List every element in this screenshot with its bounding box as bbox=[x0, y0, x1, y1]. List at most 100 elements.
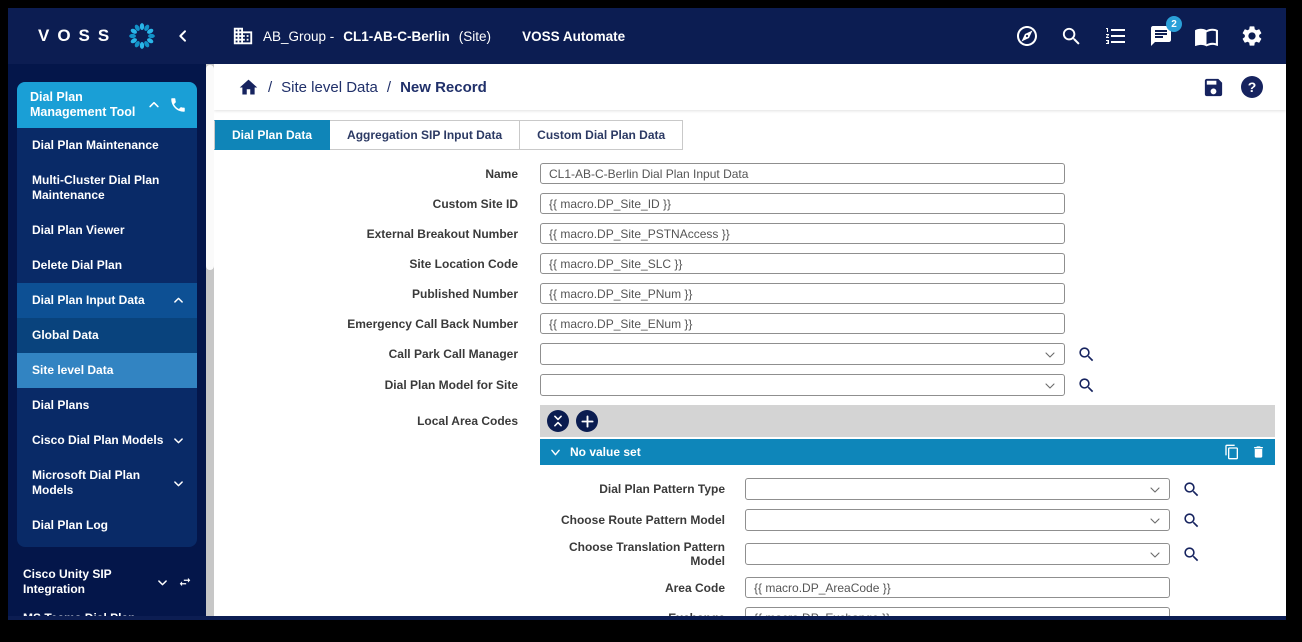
sidebar-item-cisco-unity-sip-integration[interactable]: Cisco Unity SIP Integration bbox=[11, 559, 203, 605]
building-icon bbox=[232, 25, 254, 47]
choose-translation-pattern-model-select[interactable] bbox=[745, 543, 1170, 565]
scrollbar-thumb[interactable] bbox=[206, 65, 214, 270]
vertical-scrollbar[interactable] bbox=[206, 64, 214, 616]
sidebar-item-delete-dial-plan[interactable]: Delete Dial Plan bbox=[17, 248, 197, 283]
hierarchy-context[interactable]: AB_Group - CL1-AB-C-Berlin (Site) VOSS A… bbox=[232, 25, 625, 47]
voss-logo: VOSS bbox=[8, 19, 206, 53]
sidebar-group-header[interactable]: Dial Plan Management Tool bbox=[17, 82, 197, 128]
svg-text:?: ? bbox=[1248, 79, 1257, 95]
site-location-code-input[interactable] bbox=[540, 253, 1065, 274]
add-entry-button[interactable] bbox=[576, 410, 598, 432]
local-area-codes-toolbar bbox=[540, 405, 1275, 437]
copy-icon[interactable] bbox=[1224, 444, 1240, 460]
sidebar-item-cisco-dial-plan-models[interactable]: Cisco Dial Plan Models bbox=[17, 423, 197, 458]
form-row: Dial Plan Pattern Type bbox=[540, 478, 1275, 500]
field-label-emergency-call-back-number: Emergency Call Back Number bbox=[214, 317, 540, 331]
swap-arrows-icon bbox=[177, 575, 193, 589]
main-content: / Site level Data / New Record ? Dial bbox=[214, 64, 1286, 616]
phone-icon bbox=[169, 96, 187, 114]
numbered-list-icon[interactable] bbox=[1104, 24, 1128, 48]
notifications-chat-icon[interactable]: 2 bbox=[1149, 24, 1173, 48]
form-row: Custom Site ID bbox=[214, 193, 1286, 214]
dial-plan-pattern-type-select[interactable] bbox=[745, 478, 1170, 500]
breadcrumb-page: New Record bbox=[400, 79, 487, 96]
external-breakout-number-input[interactable] bbox=[540, 223, 1065, 244]
sidebar-nav: Dial Plan Management Tool Dial Plan Main… bbox=[8, 64, 206, 616]
field-label-choose-translation-pattern-model: Choose Translation Pattern Model bbox=[540, 540, 745, 568]
sidebar-item-ms-teams-dial-plan[interactable]: MS Teams Dial Plan bbox=[11, 607, 203, 616]
documentation-book-icon[interactable] bbox=[1194, 24, 1219, 49]
lookup-search-icon[interactable] bbox=[1182, 480, 1201, 499]
sidebar-collapse-chevron-icon[interactable] bbox=[175, 28, 191, 44]
entry-header-label: No value set bbox=[570, 445, 1216, 459]
sidebar-item-microsoft-dial-plan-models[interactable]: Microsoft Dial Plan Models bbox=[17, 458, 197, 508]
tab-custom-dial-plan-data[interactable]: Custom Dial Plan Data bbox=[520, 120, 683, 150]
sidebar-item-dial-plan-maintenance[interactable]: Dial Plan Maintenance bbox=[17, 128, 197, 163]
breadcrumb-separator: / bbox=[268, 79, 272, 96]
sidebar-item-site-level-data[interactable]: Site level Data bbox=[17, 353, 197, 388]
form-row: Call Park Call Manager bbox=[214, 343, 1286, 365]
breadcrumb: / Site level Data / New Record bbox=[238, 77, 487, 98]
topbar-actions: 2 bbox=[1015, 24, 1286, 49]
emergency-call-back-number-input[interactable] bbox=[540, 313, 1065, 334]
settings-gear-icon[interactable] bbox=[1240, 24, 1264, 48]
sidebar-item-dial-plan-input-data[interactable]: Dial Plan Input Data bbox=[17, 283, 197, 318]
form-row: Name bbox=[214, 163, 1286, 184]
collapse-all-button[interactable] bbox=[547, 410, 569, 432]
form-row: Site Location Code bbox=[214, 253, 1286, 274]
field-label-area-code: Area Code bbox=[540, 581, 745, 595]
form-row: Area Code bbox=[540, 577, 1275, 598]
field-label-published-number: Published Number bbox=[214, 287, 540, 301]
name-input[interactable] bbox=[540, 163, 1065, 184]
search-icon[interactable] bbox=[1060, 25, 1083, 48]
local-area-codes-entry-body: Dial Plan Pattern Type bbox=[540, 465, 1275, 616]
app-window: VOSS bbox=[8, 8, 1286, 620]
sidebar-item-multi-cluster-dial-plan-maintenance[interactable]: Multi-Cluster Dial Plan Maintenance bbox=[17, 163, 197, 213]
published-number-input[interactable] bbox=[540, 283, 1065, 304]
lookup-search-icon[interactable] bbox=[1077, 345, 1096, 364]
sidebar-group-dial-plan-management: Dial Plan Management Tool Dial Plan Main… bbox=[17, 82, 197, 547]
sidebar-item-global-data[interactable]: Global Data bbox=[17, 318, 197, 353]
chevron-down-icon bbox=[1044, 380, 1056, 392]
sidebar-item-dial-plan-viewer[interactable]: Dial Plan Viewer bbox=[17, 213, 197, 248]
sidebar-item-dial-plans[interactable]: Dial Plans bbox=[17, 388, 197, 423]
chevron-down-icon bbox=[1149, 549, 1161, 561]
explore-compass-icon[interactable] bbox=[1015, 24, 1039, 48]
lookup-search-icon[interactable] bbox=[1182, 511, 1201, 530]
call-park-call-manager-select[interactable] bbox=[540, 343, 1065, 365]
form-row: Choose Translation Pattern Model bbox=[540, 540, 1275, 568]
chevron-down-icon bbox=[1149, 515, 1161, 527]
field-label-choose-route-pattern-model: Choose Route Pattern Model bbox=[540, 513, 745, 527]
help-icon[interactable]: ? bbox=[1240, 75, 1264, 99]
chevron-down-icon bbox=[156, 577, 169, 588]
save-icon[interactable] bbox=[1202, 76, 1225, 99]
dial-plan-model-for-site-select[interactable] bbox=[540, 374, 1065, 396]
form-row: Dial Plan Model for Site bbox=[214, 374, 1286, 396]
lookup-search-icon[interactable] bbox=[1182, 545, 1201, 564]
area-code-input[interactable] bbox=[745, 577, 1170, 598]
top-bar: VOSS bbox=[8, 8, 1286, 64]
local-area-codes-entry-header[interactable]: No value set bbox=[540, 439, 1275, 465]
field-label-exchange: Exchange bbox=[540, 611, 745, 617]
form-row: Exchange bbox=[540, 607, 1275, 616]
sidebar-item-dial-plan-log[interactable]: Dial Plan Log bbox=[17, 508, 197, 543]
exchange-input[interactable] bbox=[745, 607, 1170, 616]
lookup-search-icon[interactable] bbox=[1077, 376, 1096, 395]
home-icon[interactable] bbox=[238, 77, 259, 98]
chevron-up-icon bbox=[147, 99, 161, 111]
chevron-down-icon bbox=[549, 447, 562, 458]
tab-dial-plan-data[interactable]: Dial Plan Data bbox=[214, 120, 330, 150]
collapse-all-icon bbox=[551, 414, 565, 428]
field-label-site-location-code: Site Location Code bbox=[214, 257, 540, 271]
field-label-name: Name bbox=[214, 167, 540, 181]
context-site-type: (Site) bbox=[459, 29, 491, 44]
delete-trash-icon[interactable] bbox=[1251, 444, 1266, 460]
voss-logo-text: VOSS bbox=[38, 26, 117, 46]
tab-aggregation-sip-input-data[interactable]: Aggregation SIP Input Data bbox=[330, 120, 520, 150]
chevron-down-icon bbox=[172, 478, 185, 489]
field-label-call-park-call-manager: Call Park Call Manager bbox=[214, 347, 540, 361]
field-label-dial-plan-pattern-type: Dial Plan Pattern Type bbox=[540, 482, 745, 496]
breadcrumb-section[interactable]: Site level Data bbox=[281, 79, 378, 96]
custom-site-id-input[interactable] bbox=[540, 193, 1065, 214]
choose-route-pattern-model-select[interactable] bbox=[745, 509, 1170, 531]
